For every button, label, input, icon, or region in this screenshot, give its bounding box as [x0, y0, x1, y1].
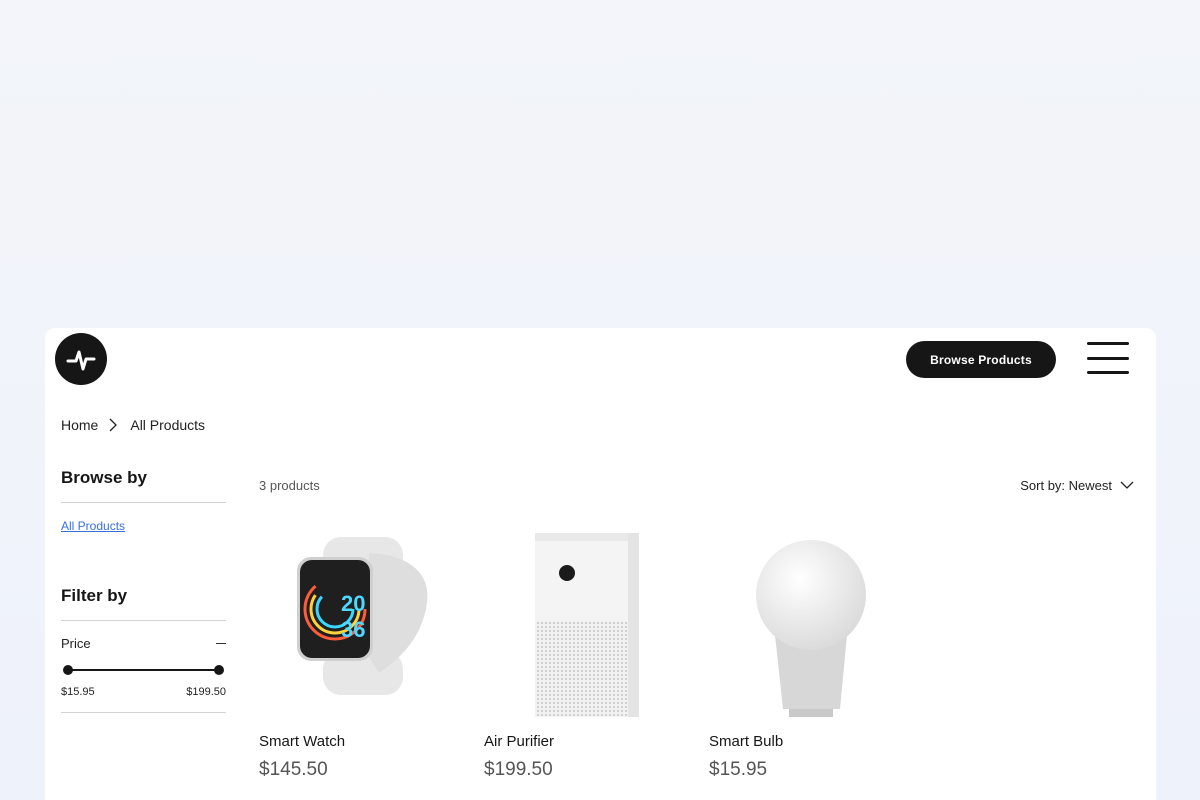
price-filter-header[interactable]: Price — [61, 636, 226, 651]
smart-watch-image[interactable]: 20 36 — [259, 533, 464, 717]
price-max-value: $199.50 — [186, 686, 226, 698]
sort-label: Sort by: Newest — [1020, 478, 1112, 493]
all-products-link[interactable]: All Products — [61, 519, 125, 533]
filter-sidebar: Browse by All Products Filter by Price $… — [61, 468, 226, 713]
product-card[interactable]: Smart Bulb $15.95 — [709, 533, 914, 781]
watch-minute: 36 — [341, 617, 365, 642]
divider — [61, 620, 226, 621]
browse-by-heading: Browse by — [61, 468, 147, 487]
pulse-logo-icon[interactable] — [55, 333, 107, 385]
chevron-right-icon — [108, 418, 120, 432]
product-count: 3 products — [259, 478, 320, 493]
divider — [61, 712, 226, 713]
air-purifier-image[interactable] — [484, 533, 689, 717]
divider — [61, 502, 226, 503]
menu-line — [1087, 342, 1129, 345]
browse-products-button[interactable]: Browse Products — [906, 341, 1056, 378]
slider-max-handle[interactable] — [214, 665, 224, 675]
smart-bulb-image[interactable] — [709, 533, 914, 717]
breadcrumb-current: All Products — [130, 417, 206, 433]
breadcrumb-home[interactable]: Home — [61, 417, 98, 433]
price-filter-label: Price — [61, 636, 91, 651]
product-name[interactable]: Smart Bulb — [709, 733, 914, 750]
price-min-value: $15.95 — [61, 686, 95, 698]
breadcrumb: Home All Products — [61, 417, 205, 433]
menu-line — [1087, 371, 1129, 374]
product-price: $145.50 — [259, 759, 328, 780]
hamburger-menu-icon[interactable] — [1087, 342, 1129, 374]
price-range-values: $15.95 $199.50 — [61, 686, 226, 698]
slider-min-handle[interactable] — [63, 665, 73, 675]
product-price: $15.95 — [709, 759, 768, 780]
product-name[interactable]: Air Purifier — [484, 733, 689, 750]
sort-dropdown[interactable]: Sort by: Newest — [1020, 478, 1134, 493]
watch-hour: 20 — [341, 591, 365, 616]
slider-track — [67, 669, 220, 671]
chevron-down-icon — [1120, 478, 1134, 493]
menu-line — [1087, 356, 1129, 360]
price-range-slider[interactable] — [63, 664, 224, 676]
product-card[interactable]: 20 36 Smart Watch $145.50 — [259, 533, 464, 781]
filter-by-heading: Filter by — [61, 586, 128, 605]
product-name[interactable]: Smart Watch — [259, 733, 464, 750]
product-card[interactable]: Air Purifier $199.50 — [484, 533, 689, 781]
product-price: $199.50 — [484, 759, 553, 780]
collapse-minus-icon[interactable] — [216, 643, 226, 644]
store-panel: Browse Products Home All Products Browse… — [45, 328, 1156, 800]
product-grid: 20 36 Smart Watch $145.50 Air Purifier $… — [259, 533, 914, 781]
